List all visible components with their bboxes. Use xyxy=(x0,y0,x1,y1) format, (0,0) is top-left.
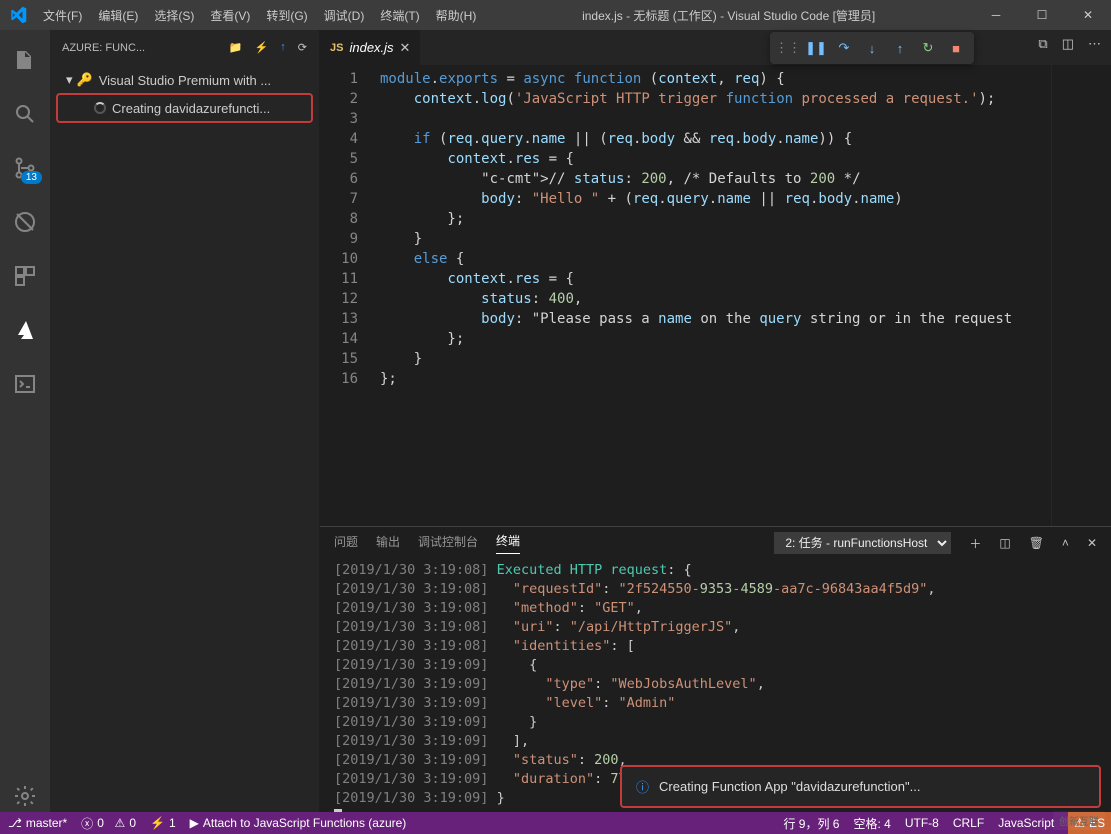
sidebar: AZURE: FUNC... 📁 ⚡ ↑ ⟳ ▾ 🔑 Visual Studio… xyxy=(50,30,320,816)
drag-handle-icon[interactable]: ⋮⋮ xyxy=(776,36,800,60)
more-actions-icon[interactable]: ⋯ xyxy=(1088,36,1101,52)
activity-bar: 13 xyxy=(0,30,50,816)
kill-terminal-icon[interactable]: 🗑 xyxy=(1029,536,1044,550)
split-diff-icon[interactable]: ⧉ xyxy=(1038,36,1047,52)
statusbar: ⎇master* ⓧ 0 ⚠ 0 ⚡ 1 ▶ Attach to JavaScr… xyxy=(0,812,1111,834)
pause-icon[interactable]: ❚❚ xyxy=(804,36,828,60)
watermark: 创新互联 xyxy=(1053,811,1105,830)
editor-tab-indexjs[interactable]: JS index.js ✕ xyxy=(320,30,420,65)
restart-icon[interactable]: ↻ xyxy=(916,36,940,60)
editor-area: JS index.js ✕ ⋮⋮ ❚❚ ↷ ↓ ↑ ↻ ■ ⧉ ◫ ⋯ 1234… xyxy=(320,30,1111,816)
step-into-icon[interactable]: ↓ xyxy=(860,36,884,60)
menu-file[interactable]: 文件(F) xyxy=(35,0,90,30)
debug-tab-icon[interactable] xyxy=(0,202,50,242)
menu-selection[interactable]: 选择(S) xyxy=(146,0,202,30)
maximize-button[interactable]: ☐ xyxy=(1019,0,1065,30)
create-project-icon[interactable]: 📁 xyxy=(229,41,243,54)
settings-tab-icon[interactable] xyxy=(0,776,50,816)
sidebar-actions: 📁 ⚡ ↑ ⟳ xyxy=(229,41,307,54)
js-file-icon: JS xyxy=(330,42,343,54)
status-cursor[interactable]: 行 9，列 6 xyxy=(783,815,839,832)
stop-icon[interactable]: ■ xyxy=(944,36,968,60)
minimize-button[interactable]: ─ xyxy=(973,0,1019,30)
create-function-icon[interactable]: ⚡ xyxy=(255,41,269,54)
source-control-tab-icon[interactable]: 13 xyxy=(0,148,50,188)
maximize-panel-icon[interactable]: ˄ xyxy=(1062,536,1069,550)
step-out-icon[interactable]: ↑ xyxy=(888,36,912,60)
editor-actions: ⧉ ◫ ⋯ xyxy=(1038,36,1101,52)
creating-function-node[interactable]: Creating davidazurefuncti... xyxy=(58,97,311,119)
search-tab-icon[interactable] xyxy=(0,94,50,134)
subscription-label: Visual Studio Premium with ... xyxy=(99,73,271,88)
panel-tab-output[interactable]: 输出 xyxy=(376,533,400,554)
panel-tab-terminal[interactable]: 终端 xyxy=(496,532,520,554)
menu-bar: 文件(F) 编辑(E) 选择(S) 查看(V) 转到(G) 调试(D) 终端(T… xyxy=(35,0,484,30)
line-gutter: 12345678910111213141516 xyxy=(320,65,372,526)
refresh-icon[interactable]: ⟳ xyxy=(298,41,307,54)
menu-debug[interactable]: 调试(D) xyxy=(316,0,373,30)
explorer-tab-icon[interactable] xyxy=(0,40,50,80)
sidebar-header: AZURE: FUNC... 📁 ⚡ ↑ ⟳ xyxy=(50,30,319,65)
vscode-logo-icon xyxy=(0,6,35,24)
menu-view[interactable]: 查看(V) xyxy=(202,0,258,30)
terminal-selector[interactable]: 2: 任务 - runFunctionsHost xyxy=(774,532,951,554)
new-terminal-icon[interactable]: ＋ xyxy=(969,535,981,552)
notification-toast[interactable]: ⓘ Creating Function App "davidazurefunct… xyxy=(620,765,1101,808)
panel-tab-debugconsole[interactable]: 调试控制台 xyxy=(418,533,478,554)
menu-help[interactable]: 帮助(H) xyxy=(428,0,485,30)
status-errors[interactable]: ⓧ 0 ⚠ 0 xyxy=(81,815,136,832)
extensions-tab-icon[interactable] xyxy=(0,256,50,296)
branch-icon: ⎇ xyxy=(8,816,22,830)
tab-close-icon[interactable]: ✕ xyxy=(400,40,411,56)
status-encoding[interactable]: UTF-8 xyxy=(905,816,939,830)
split-editor-icon[interactable]: ◫ xyxy=(1062,36,1074,52)
menu-go[interactable]: 转到(G) xyxy=(258,0,315,30)
close-button[interactable]: ✕ xyxy=(1065,0,1111,30)
panel-tab-problems[interactable]: 问题 xyxy=(334,533,358,554)
spinner-icon xyxy=(94,102,106,114)
menu-terminal[interactable]: 终端(T) xyxy=(372,0,427,30)
azure-tab-icon[interactable] xyxy=(0,310,50,350)
window-title: index.js - 无标题 (工作区) - Visual Studio Cod… xyxy=(484,7,973,24)
info-icon: ⓘ xyxy=(636,777,649,796)
tabs-bar: JS index.js ✕ xyxy=(320,30,1111,65)
editor[interactable]: 12345678910111213141516 module.exports =… xyxy=(320,65,1111,526)
tab-label: index.js xyxy=(349,40,393,55)
status-language[interactable]: JavaScript xyxy=(998,816,1054,830)
scm-badge: 13 xyxy=(21,171,42,184)
split-terminal-icon[interactable]: ◫ xyxy=(999,536,1010,550)
deploy-icon[interactable]: ↑ xyxy=(280,41,286,54)
minimap[interactable] xyxy=(1051,65,1111,526)
terminal-tab-icon[interactable] xyxy=(0,364,50,404)
chevron-down-icon: ▾ xyxy=(66,72,73,88)
step-over-icon[interactable]: ↷ xyxy=(832,36,856,60)
panel-tabs: 问题 输出 调试控制台 终端 2: 任务 - runFunctionsHost … xyxy=(320,527,1111,559)
status-indent[interactable]: 空格: 4 xyxy=(854,815,891,832)
azure-tree: ▾ 🔑 Visual Studio Premium with ... Creat… xyxy=(50,65,319,129)
code-view[interactable]: module.exports = async function (context… xyxy=(372,65,1051,526)
creating-label: Creating davidazurefuncti... xyxy=(112,101,270,116)
status-debug-target[interactable]: ▶ Attach to JavaScript Functions (azure) xyxy=(190,816,407,830)
close-panel-icon[interactable]: ✕ xyxy=(1087,536,1097,550)
menu-edit[interactable]: 编辑(E) xyxy=(90,0,146,30)
key-icon: 🔑 xyxy=(77,72,93,88)
sidebar-title: AZURE: FUNC... xyxy=(62,42,229,54)
creating-highlight: Creating davidazurefuncti... xyxy=(56,93,313,123)
subscription-node[interactable]: ▾ 🔑 Visual Studio Premium with ... xyxy=(50,69,319,91)
status-branch[interactable]: ⎇master* xyxy=(8,816,67,830)
status-ports[interactable]: ⚡ 1 xyxy=(150,816,176,830)
titlebar: 文件(F) 编辑(E) 选择(S) 查看(V) 转到(G) 调试(D) 终端(T… xyxy=(0,0,1111,30)
window-controls: ─ ☐ ✕ xyxy=(973,0,1111,30)
notification-text: Creating Function App "davidazurefunctio… xyxy=(659,779,920,794)
status-eol[interactable]: CRLF xyxy=(953,816,984,830)
debug-toolbar[interactable]: ⋮⋮ ❚❚ ↷ ↓ ↑ ↻ ■ xyxy=(770,32,974,64)
